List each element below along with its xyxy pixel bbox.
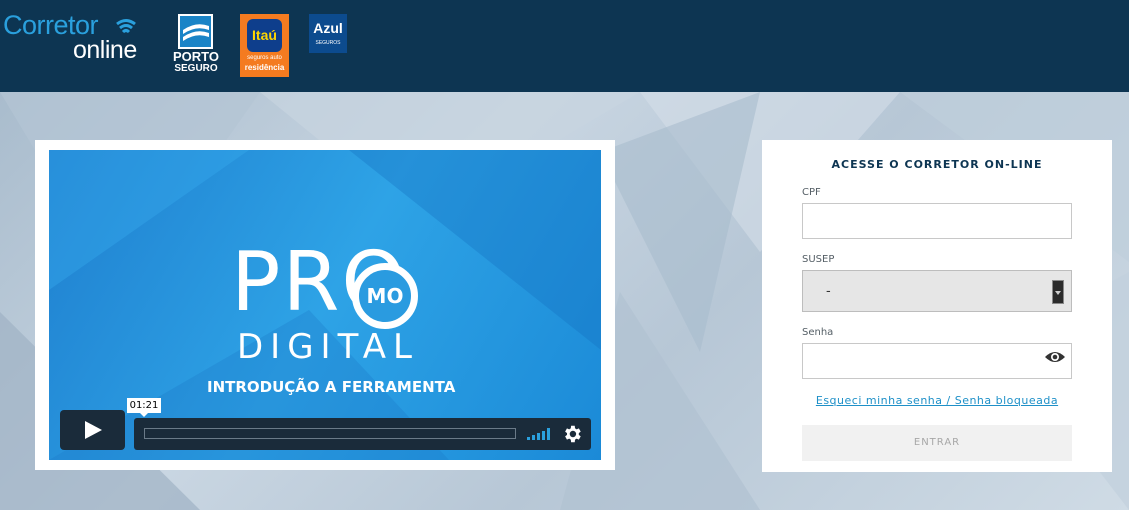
- progress-bar[interactable]: [144, 428, 516, 439]
- corretor-online-logo[interactable]: Corretor online: [3, 10, 158, 65]
- gear-icon[interactable]: [561, 423, 583, 445]
- video-control-bar: [134, 418, 591, 450]
- play-button[interactable]: [60, 410, 125, 450]
- susep-label: SUSEP: [802, 254, 835, 265]
- login-title: ACESSE O CORRETOR ON-LINE: [831, 158, 1043, 171]
- azul-name: Azul: [313, 20, 343, 36]
- play-icon: [85, 421, 102, 439]
- itau-line2: residência: [244, 63, 285, 72]
- cpf-label: CPF: [802, 187, 821, 198]
- azul-sub: SEGUROS: [315, 40, 341, 46]
- video-title-digital: DIGITAL: [237, 327, 419, 367]
- itau-seguros-logo[interactable]: Itaú seguros auto residência: [240, 14, 289, 77]
- porto-line1: PORTO: [173, 49, 219, 64]
- itau-line1: seguros auto: [247, 55, 282, 61]
- signal-icon: [116, 19, 136, 34]
- video-title-mo: MO: [352, 263, 418, 329]
- porto-line2: SEGURO: [174, 63, 218, 74]
- video-subtitle: INTRODUÇÃO A FERRAMENTA: [207, 378, 456, 396]
- chevron-down-icon: [1052, 280, 1064, 304]
- cpf-input[interactable]: [802, 203, 1072, 239]
- password-label: Senha: [802, 327, 834, 338]
- enter-button[interactable]: ENTRAR: [802, 425, 1072, 461]
- porto-seguro-emblem: [178, 14, 213, 49]
- porto-seguro-logo[interactable]: PORTO SEGURO: [172, 14, 220, 76]
- susep-selected-value: -: [826, 284, 831, 299]
- header: Corretor online PORTO SEGURO Itaú seguro…: [0, 0, 1129, 92]
- volume-icon[interactable]: [527, 428, 551, 440]
- forgot-password-link[interactable]: Esqueci minha senha / Senha bloqueada: [762, 394, 1112, 407]
- brand-line2: online: [73, 36, 137, 64]
- video-player[interactable]: PRO MO DIGITAL INTRODUÇÃO A FERRAMENTA 0…: [49, 150, 601, 460]
- susep-select[interactable]: -: [802, 270, 1072, 312]
- login-card: ACESSE O CORRETOR ON-LINE CPF SUSEP - Se…: [762, 140, 1112, 472]
- time-tooltip: 01:21: [127, 398, 161, 417]
- video-frame: PRO MO DIGITAL INTRODUÇÃO A FERRAMENTA 0…: [35, 140, 615, 470]
- eye-icon[interactable]: [1044, 350, 1066, 364]
- azul-seguros-logo[interactable]: Azul SEGUROS: [309, 14, 347, 53]
- itau-name: Itaú: [247, 19, 282, 52]
- password-input[interactable]: [802, 343, 1072, 379]
